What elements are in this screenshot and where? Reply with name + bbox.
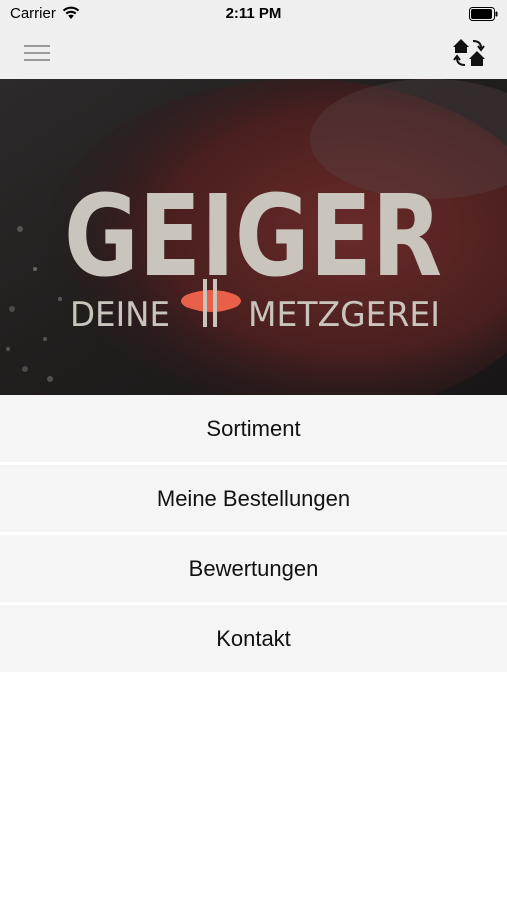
brand-name: GEIGER — [64, 172, 442, 302]
tagline-left: DEINE — [70, 295, 170, 335]
brand-logo: GEIGER DEINE METZGEREI — [64, 172, 442, 335]
battery-icon — [469, 7, 498, 21]
menu-item-kontakt[interactable]: Kontakt — [0, 605, 507, 675]
switch-store-icon[interactable] — [451, 35, 487, 71]
clock: 2:11 PM — [225, 5, 282, 22]
menu-item-label: Kontakt — [216, 625, 291, 651]
menu-item-label: Meine Bestellungen — [156, 485, 351, 511]
menu-item-bewertungen[interactable]: Bewertungen — [0, 535, 507, 605]
status-bar: Carrier 2:11 PM — [0, 0, 507, 28]
menu-item-sortiment[interactable]: Sortiment — [0, 395, 507, 465]
hero-banner: GEIGER DEINE METZGEREI — [0, 79, 507, 395]
hamburger-icon[interactable] — [24, 42, 50, 64]
menu-item-label: Bewertungen — [188, 555, 319, 581]
menu-item-meine-bestellungen[interactable]: Meine Bestellungen — [0, 465, 507, 535]
menu-item-label: Sortiment — [206, 415, 301, 441]
navigation-bar — [0, 28, 507, 79]
tagline-right: METZGEREI — [248, 295, 440, 335]
main-menu: Sortiment Meine Bestellungen Bewertungen… — [0, 395, 507, 675]
